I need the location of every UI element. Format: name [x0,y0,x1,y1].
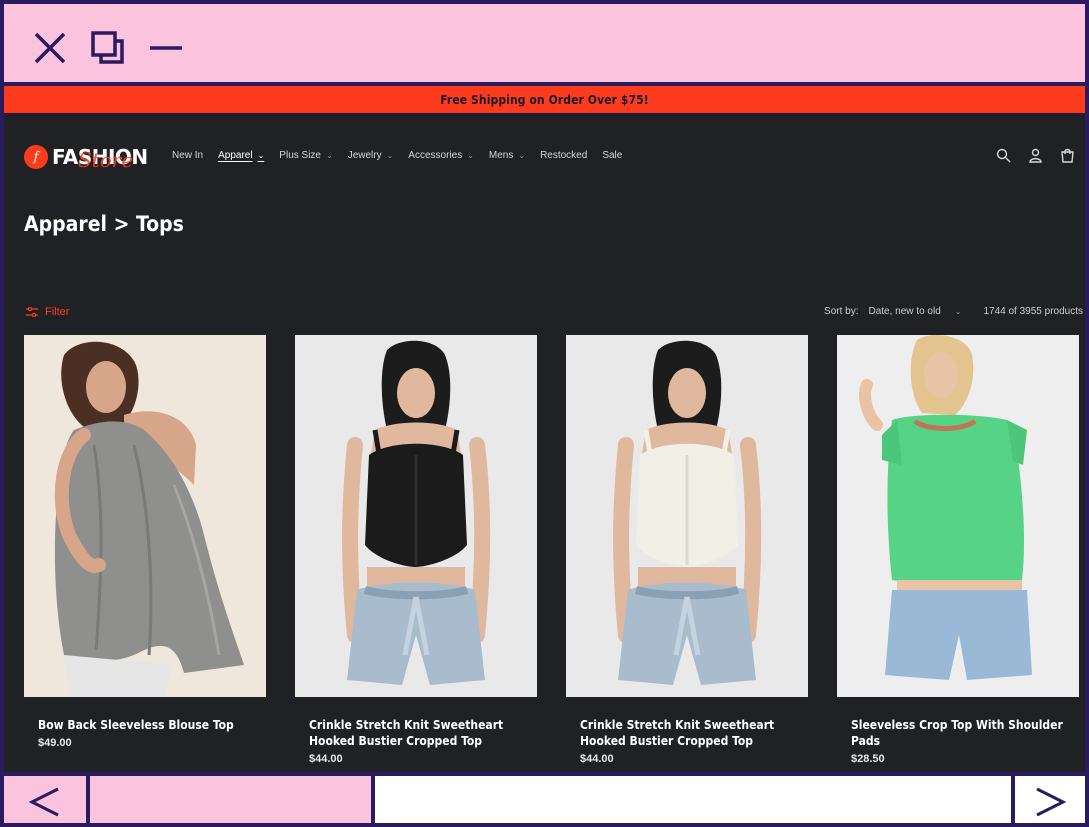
logo-mark-icon: f [24,145,48,169]
product-image[interactable] [24,335,266,697]
search-icon[interactable] [995,147,1011,163]
store-logo[interactable]: f FASHION Store [24,142,148,172]
cart-icon[interactable] [1059,147,1075,163]
account-icon[interactable] [1027,147,1043,163]
product-name[interactable]: Crinkle Stretch Knit Sweetheart Hooked B… [309,717,529,749]
forward-arrow-icon [1036,787,1067,816]
chevron-down-icon: ⌄ [386,151,394,160]
announcement-text: Free Shipping on Order Over $75! [440,92,649,107]
product-card[interactable]: Crinkle Stretch Knit Sweetheart Hooked B… [566,335,808,765]
back-button[interactable] [4,776,90,823]
product-image[interactable] [566,335,808,697]
chevron-down-icon: ⌄ [325,151,333,160]
product-image[interactable] [837,335,1079,697]
sort-select[interactable]: Date, new to old ⌄ [869,306,962,317]
nav-item-apparel[interactable]: Apparel ⌄ [218,150,264,161]
filter-label: Filter [45,306,70,318]
nav-item-accessories[interactable]: Accessories ⌄ [408,150,474,161]
logo-script: Store [78,148,134,172]
product-price: $49.00 [38,737,72,749]
address-bar[interactable] [375,776,1015,823]
product-price: $44.00 [309,753,343,765]
filter-button[interactable]: Filter [26,306,69,318]
sort-row: Sort by: Date, new to old ⌄ 1744 of 3955… [824,306,1083,317]
minimize-icon[interactable] [146,28,186,68]
tab-strip[interactable] [90,776,375,823]
store-header: f FASHION Store New In Apparel ⌄ Plus Siz… [4,116,1085,194]
product-card[interactable]: Sleeveless Crop Top With Shoulder Pads $… [837,335,1079,765]
chevron-down-icon: ⌄ [467,151,474,160]
product-count: 1744 of 3955 products [983,306,1083,317]
product-card[interactable]: Crinkle Stretch Knit Sweetheart Hooked B… [295,335,537,765]
nav-item-mens[interactable]: Mens ⌄ [489,150,525,161]
header-icons [995,147,1075,163]
product-name[interactable]: Crinkle Stretch Knit Sweetheart Hooked B… [580,717,800,749]
filter-icon [26,307,38,317]
page-title: Apparel > Tops [24,212,184,236]
nav-item-sale[interactable]: Sale [602,150,622,161]
back-arrow-icon [28,787,59,816]
chevron-down-icon: ⌄ [257,151,265,160]
product-name[interactable]: Bow Back Sleeveless Blouse Top [38,717,258,733]
product-price: $44.00 [580,753,614,765]
sort-value: Date, new to old [868,306,941,317]
browser-bottom-bar [4,772,1085,823]
nav-item-plus-size[interactable]: Plus Size ⌄ [279,150,332,161]
main-nav: New In Apparel ⌄ Plus Size ⌄ Jewelry ⌄ Acce… [172,150,637,161]
browser-window: Free Shipping on Order Over $75! f FASHI… [0,0,1089,827]
nav-item-restocked[interactable]: Restocked [540,150,587,161]
nav-item-jewelry[interactable]: Jewelry ⌄ [348,150,394,161]
product-name[interactable]: Sleeveless Crop Top With Shoulder Pads [851,717,1071,749]
forward-button[interactable] [1015,776,1085,823]
sort-label: Sort by: [824,306,859,317]
restore-icon[interactable] [88,28,128,68]
chevron-down-icon: ⌄ [518,151,526,160]
product-card[interactable]: Bow Back Sleeveless Blouse Top $49.00 [24,335,266,749]
product-image[interactable] [295,335,537,697]
close-icon[interactable] [30,28,70,68]
chevron-down-icon: ⌄ [954,307,962,316]
window-titlebar [4,4,1085,86]
announcement-bar: Free Shipping on Order Over $75! [4,86,1085,116]
product-price: $28.50 [851,753,885,765]
nav-item-new-in[interactable]: New In [172,150,203,161]
